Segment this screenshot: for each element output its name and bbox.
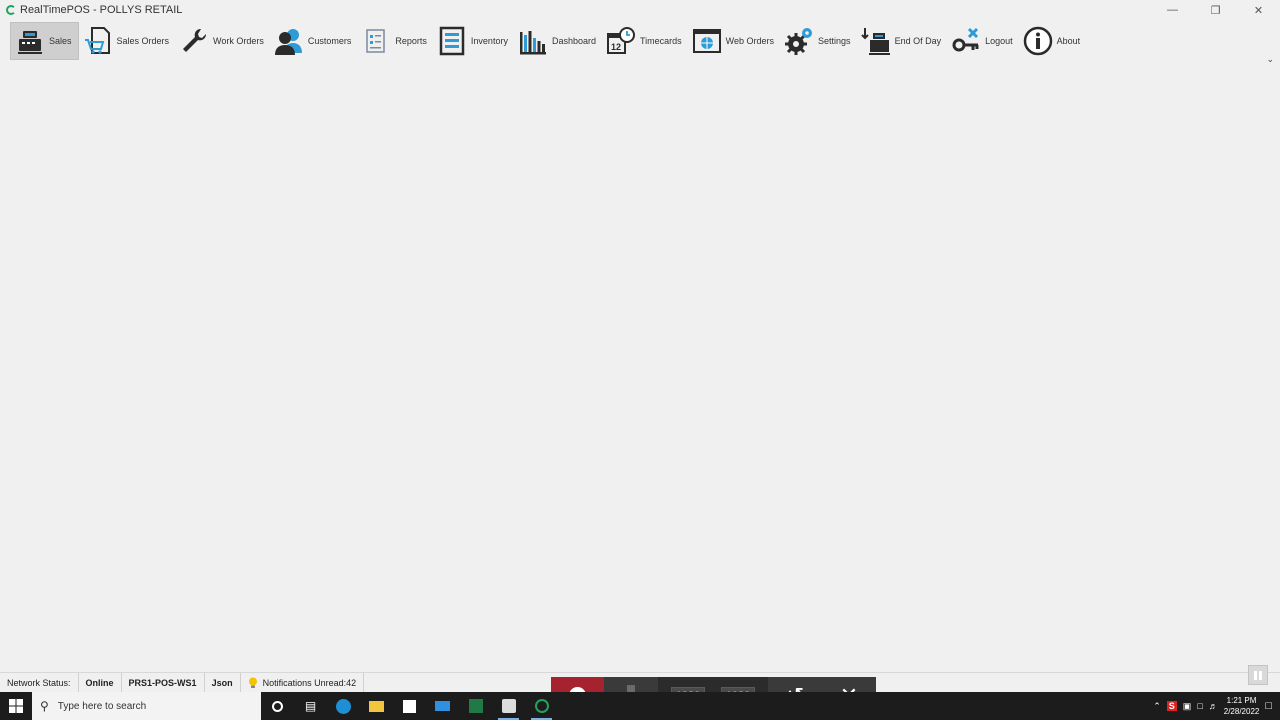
app-logo-icon: [6, 5, 16, 15]
ribbon-label: Work Orders: [213, 36, 264, 46]
title-bar: RealTimePOS - POLLYS RETAIL — ❐ ✕: [0, 0, 1280, 20]
taskbar-realtimepos[interactable]: [525, 692, 558, 720]
key-x-icon: [951, 26, 981, 56]
taskbar-file-explorer[interactable]: [360, 692, 393, 720]
mail-icon: [435, 701, 450, 711]
ribbon-button-web-orders[interactable]: Web Orders: [688, 22, 780, 60]
workstation-name: PRS1-POS-WS1: [122, 672, 205, 693]
ribbon-label: Reports: [395, 36, 427, 46]
ribbon-label: Settings: [818, 36, 851, 46]
task-view-icon: ▤: [304, 699, 317, 713]
lightbulb-icon: [248, 677, 257, 688]
bar-chart-icon: [518, 26, 548, 56]
windows-taskbar: ⚲ Type here to search ▤ ⌃ S ▣ □ ♬ 1:21 P…: [0, 692, 1280, 720]
ribbon-label: End Of Day: [894, 36, 942, 46]
gears-icon: [784, 26, 814, 56]
ribbon-button-work-orders[interactable]: Work Orders: [175, 22, 270, 60]
cash-register-icon: [15, 26, 45, 56]
cortana-button[interactable]: [261, 692, 294, 720]
ribbon-button-about[interactable]: About: [1019, 22, 1087, 60]
network-icon[interactable]: □: [1197, 701, 1202, 711]
calendar-clock-icon: 12: [606, 26, 636, 56]
ribbon-label: Timecards: [639, 36, 682, 46]
info-icon: [1023, 26, 1053, 56]
folder-icon: [369, 700, 384, 712]
ribbon-label: Sales: [49, 36, 72, 46]
restore-button[interactable]: ❐: [1194, 0, 1237, 20]
inventory-list-icon: [437, 26, 467, 56]
cortana-circle-icon: [272, 700, 283, 712]
ribbon-label: Logout: [985, 36, 1013, 46]
ribbon-button-timecards[interactable]: 12 Timecards: [602, 22, 688, 60]
windows-logo-icon: [9, 699, 23, 713]
notifications-indicator[interactable]: Notifications Unread:42: [241, 672, 365, 693]
ribbon-label: Inventory: [470, 36, 508, 46]
window-title: RealTimePOS - POLLYS RETAIL: [20, 4, 183, 16]
ribbon-label: Web Orders: [725, 36, 775, 46]
notifications-text: Notifications Unread:42: [262, 677, 357, 688]
volume-icon[interactable]: ♬: [1209, 701, 1218, 711]
ribbon-label: About: [1056, 36, 1081, 46]
ribbon-button-sales-orders[interactable]: Sales Orders: [79, 22, 176, 60]
taskbar-store[interactable]: [393, 692, 426, 720]
taskbar-mail[interactable]: [426, 692, 459, 720]
taskbar-search-box[interactable]: ⚲ Type here to search: [32, 692, 261, 720]
clock-date: 2/28/2022: [1223, 707, 1260, 716]
network-status-label: Network Status:: [0, 672, 79, 693]
ribbon-button-dashboard[interactable]: Dashboard: [514, 22, 602, 60]
edge-browser-icon: [336, 698, 351, 714]
window-controls: — ❐ ✕: [1151, 0, 1280, 20]
close-button[interactable]: ✕: [1237, 0, 1280, 20]
ribbon-collapse-chevron-icon[interactable]: ⌄: [1266, 54, 1274, 65]
svg-text:12: 12: [611, 42, 621, 52]
ribbon-button-customers[interactable]: Customers: [270, 22, 358, 60]
report-icon: [361, 26, 391, 56]
ribbon-button-end-of-day[interactable]: End Of Day: [857, 22, 948, 60]
pause-icon[interactable]: [1248, 665, 1268, 685]
search-icon: ⚲: [40, 699, 49, 713]
ribbon-button-sales[interactable]: Sales: [10, 22, 79, 60]
ribbon-label: Dashboard: [551, 36, 596, 46]
ribbon-button-logout[interactable]: Logout: [947, 22, 1019, 60]
tray-overflow-chevron-icon[interactable]: ⌃: [1153, 701, 1161, 712]
document-cart-icon: [83, 26, 113, 56]
ribbon-button-settings[interactable]: Settings: [780, 22, 857, 60]
minimize-button[interactable]: —: [1151, 0, 1194, 20]
globe-window-icon: [692, 26, 722, 56]
clock-time: 1:21 PM: [1226, 696, 1257, 705]
store-bag-icon: [403, 699, 416, 713]
ribbon-label: Sales Orders: [116, 36, 170, 46]
ribbon-button-inventory[interactable]: Inventory: [433, 22, 514, 60]
task-view-button[interactable]: ▤: [294, 692, 327, 720]
network-status-value: Online: [79, 672, 122, 693]
taskbar-excel[interactable]: [459, 692, 492, 720]
register-down-icon: [860, 26, 891, 56]
ribbon-label: Customers: [307, 36, 352, 46]
battery-icon[interactable]: ▣: [1183, 701, 1192, 712]
start-button[interactable]: [0, 692, 32, 720]
people-icon: [274, 26, 304, 56]
tray-app-icon[interactable]: S: [1166, 701, 1177, 711]
system-tray: ⌃ S ▣ □ ♬ 1:21 PM 2/28/2022 □: [1153, 692, 1280, 720]
data-format: Json: [205, 672, 241, 693]
ribbon-button-reports[interactable]: Reports: [357, 22, 433, 60]
taskbar-clock[interactable]: 1:21 PM 2/28/2022: [1224, 695, 1260, 717]
taskbar-edge[interactable]: [327, 692, 360, 720]
pos-app-icon: [501, 699, 516, 713]
search-placeholder: Type here to search: [57, 700, 147, 712]
action-center-icon[interactable]: □: [1265, 700, 1272, 712]
excel-icon: [468, 699, 483, 713]
realtimepos-app-icon: [534, 699, 549, 713]
wrench-icon: [179, 26, 209, 56]
taskbar-app-1[interactable]: [492, 692, 525, 720]
ribbon-toolbar: Sales Sales Orders Work Orders Customers…: [0, 20, 1280, 65]
